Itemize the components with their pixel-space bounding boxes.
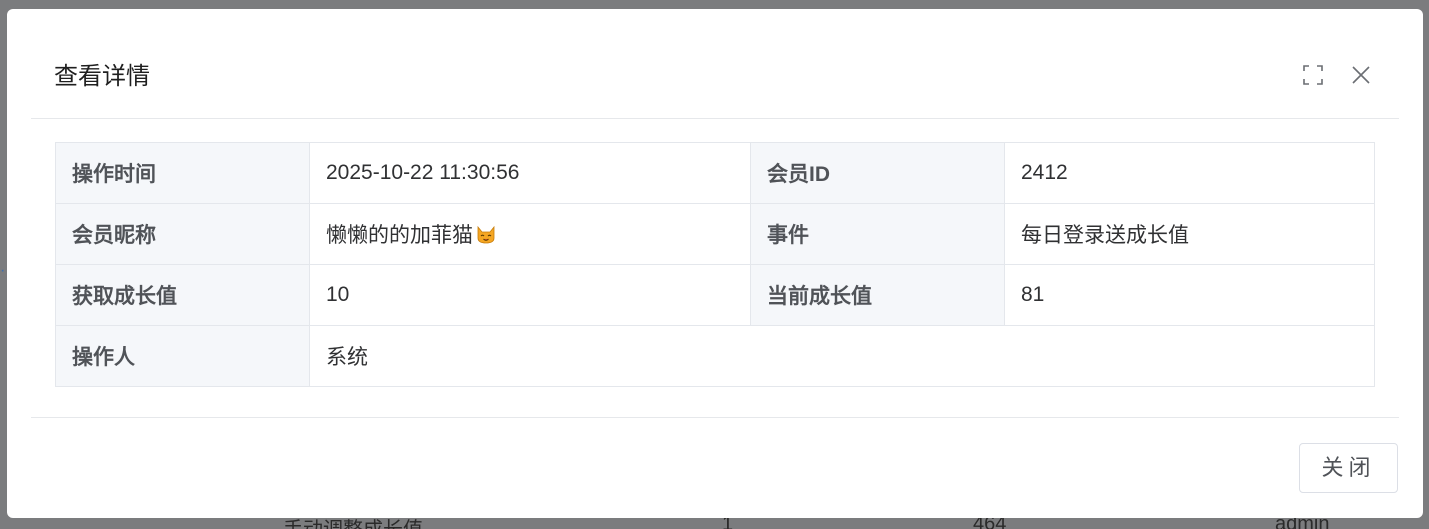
gained-growth-value: 10 xyxy=(309,264,751,326)
footer-divider xyxy=(31,417,1399,418)
nickname-cell: 懒懒的的加菲猫 xyxy=(309,203,751,265)
current-growth-value: 81 xyxy=(1004,264,1375,326)
dialog-header: 查看详情 xyxy=(31,9,1399,119)
detail-row: 会员昵称 懒懒的的加菲猫 事件 每日登录送成长值 xyxy=(55,203,1375,265)
dialog-title: 查看详情 xyxy=(54,63,150,90)
detail-row: 操作时间 2025-10-22 11:30:56 会员ID 2412 xyxy=(55,142,1375,204)
nickname-value: 懒懒的的加菲猫 xyxy=(326,224,473,247)
detail-row: 操作人 系统 xyxy=(55,325,1375,387)
op-time-label: 操作时间 xyxy=(55,142,310,204)
close-button[interactable]: 关闭 xyxy=(1299,443,1398,493)
event-value: 每日登录送成长值 xyxy=(1004,203,1375,265)
detail-descriptions: 操作时间 2025-10-22 11:30:56 会员ID 2412 会员昵称 … xyxy=(55,142,1375,387)
op-time-value: 2025-10-22 11:30:56 xyxy=(309,142,751,204)
operator-label: 操作人 xyxy=(55,325,310,387)
event-label: 事件 xyxy=(750,203,1005,265)
detail-row: 获取成长值 10 当前成长值 81 xyxy=(55,264,1375,326)
gained-growth-label: 获取成长值 xyxy=(55,264,310,326)
member-id-value: 2412 xyxy=(1004,142,1375,204)
current-growth-label: 当前成长值 xyxy=(750,264,1005,326)
fullscreen-icon[interactable] xyxy=(1302,64,1324,86)
operator-value: 系统 xyxy=(309,325,1375,387)
member-id-label: 会员ID xyxy=(750,142,1005,204)
background-edge-text: · xyxy=(0,262,6,279)
close-icon[interactable] xyxy=(1350,64,1372,86)
cat-face-icon xyxy=(476,225,496,244)
nickname-label: 会员昵称 xyxy=(55,203,310,265)
detail-dialog: 查看详情 操作时间 2025-10-22 11:30:56 会员ID 2412 … xyxy=(7,9,1423,518)
